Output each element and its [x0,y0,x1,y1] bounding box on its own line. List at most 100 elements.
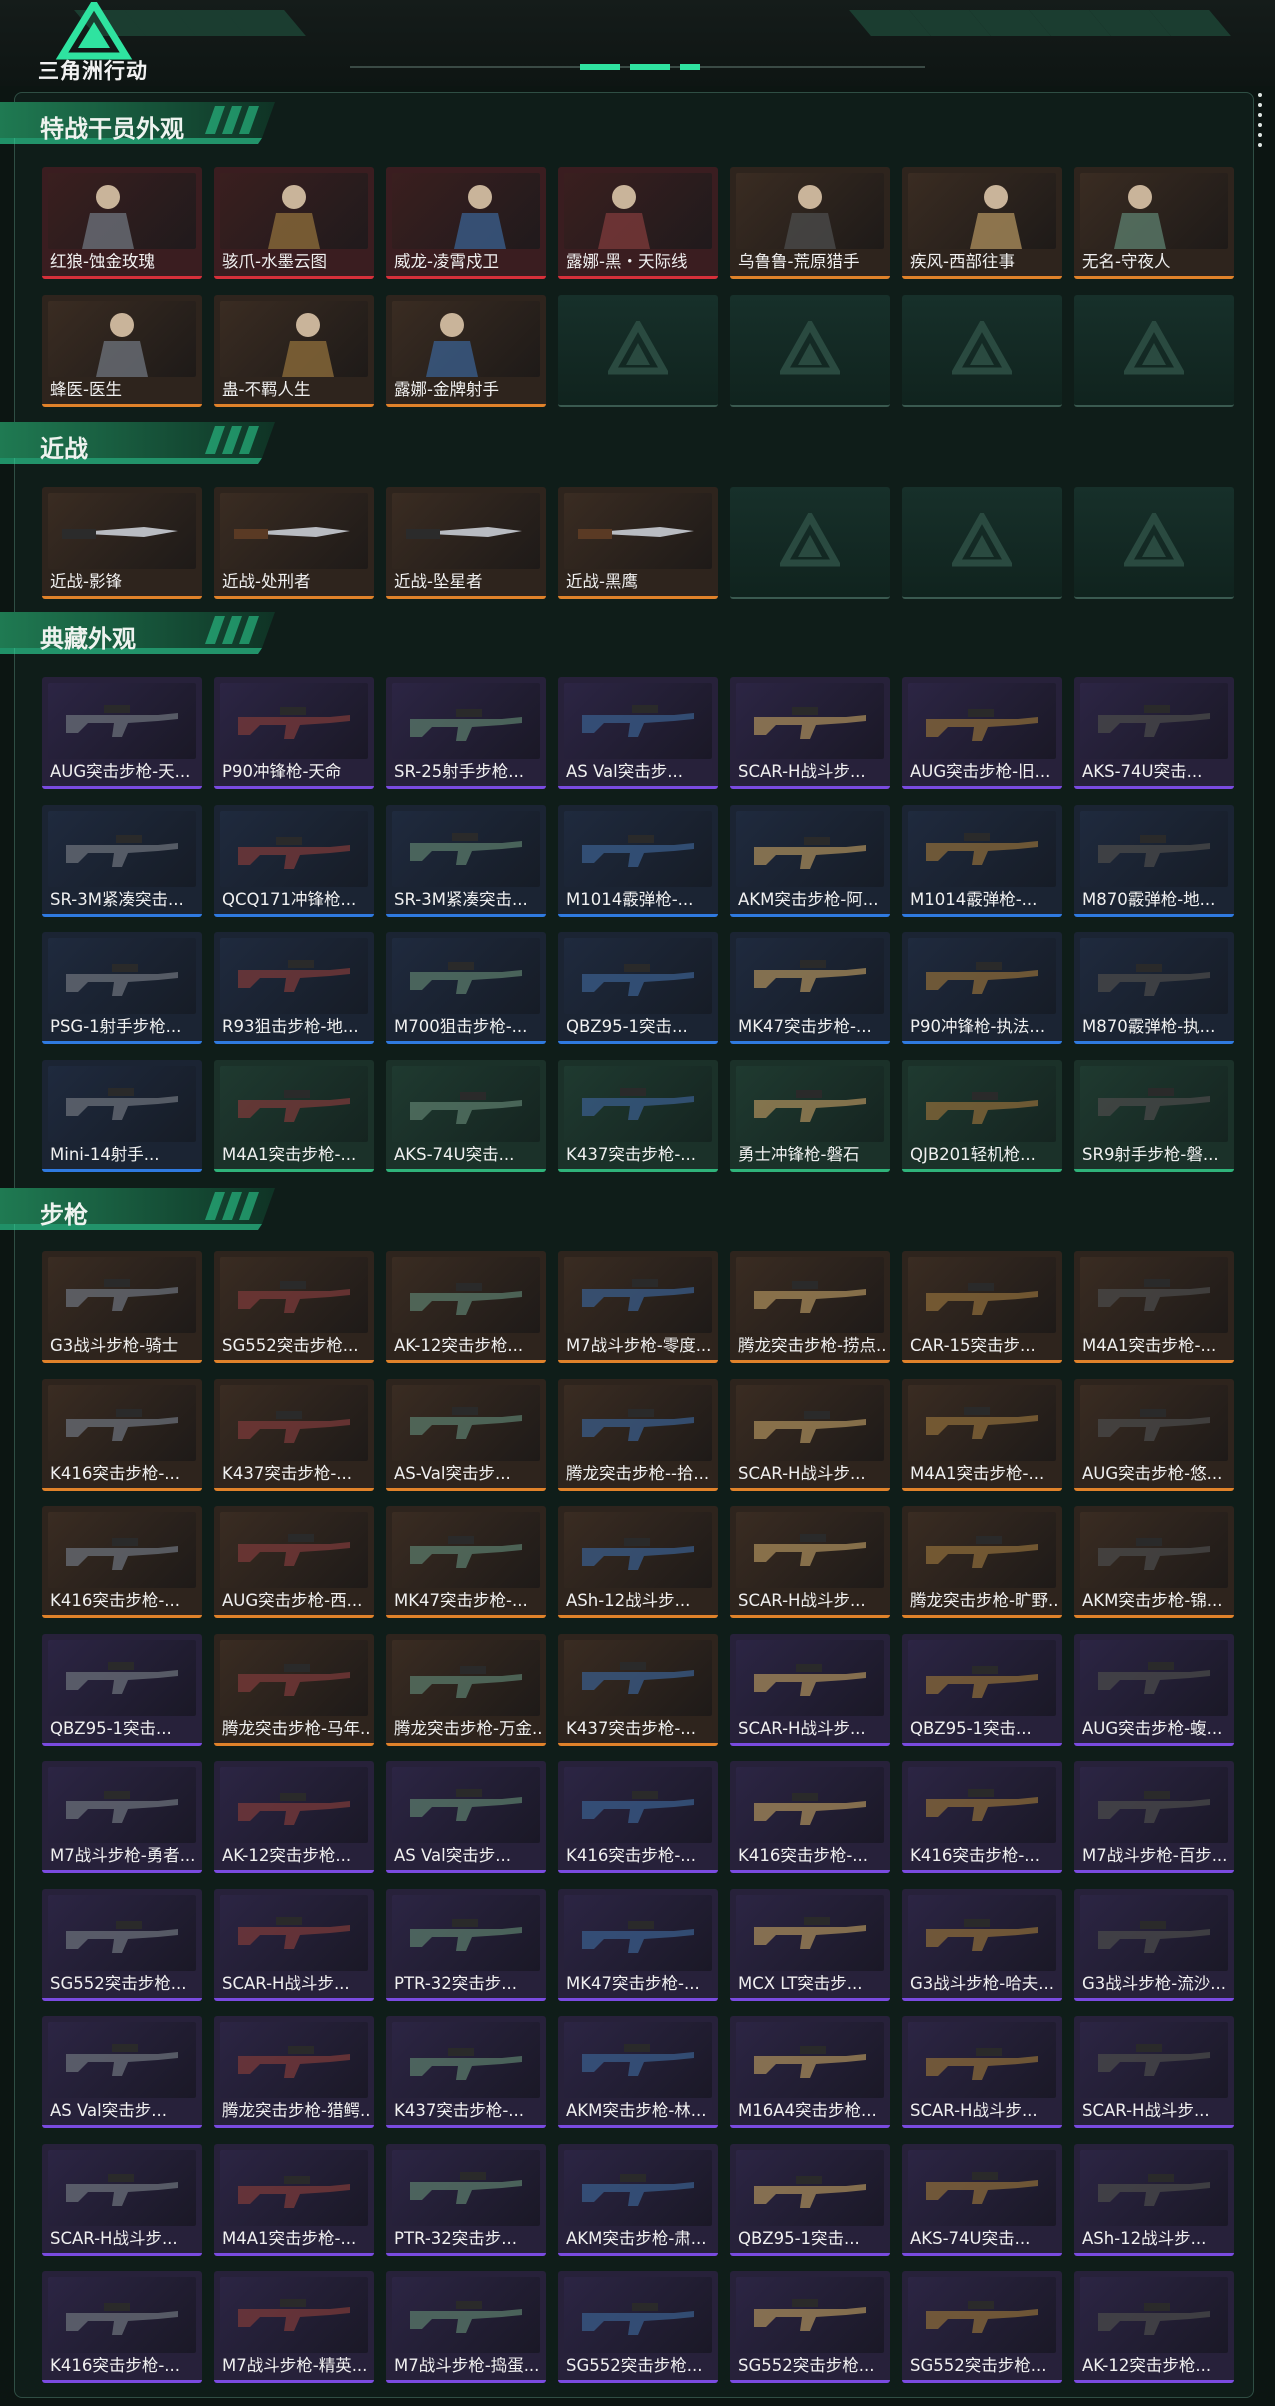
skin-card[interactable]: 红狼-蚀金玫瑰 [42,167,202,279]
skin-card[interactable]: QBZ95-1突击... [902,1633,1062,1746]
skin-card[interactable]: SR-3M紧凑突击... [42,804,202,917]
skin-card[interactable]: M700狙击步枪-... [386,932,546,1044]
skin-card[interactable]: 腾龙突击步枪-捞点... [730,1251,890,1363]
skin-card[interactable]: K437突击步枪-... [214,1378,374,1491]
skin-card[interactable]: M870霰弹枪-执... [1074,932,1234,1044]
skin-card[interactable]: M7战斗步枪-零度... [558,1251,718,1363]
skin-card[interactable]: K416突击步枪-... [42,1506,202,1618]
skin-card[interactable]: 腾龙突击步枪-旷野... [902,1506,1062,1618]
skin-card[interactable]: M7战斗步枪-百步... [1074,1761,1234,1873]
skin-card[interactable]: Mini-14射手... [42,1059,202,1172]
skin-card[interactable]: SCAR-H战斗步... [730,677,890,789]
skin-card[interactable]: PTR-32突击步... [386,2143,546,2256]
skin-card[interactable]: SCAR-H战斗步... [1074,2016,1234,2128]
skin-card[interactable]: SR-3M紧凑突击... [386,804,546,917]
skin-card[interactable]: K416突击步枪-... [730,1761,890,1873]
skin-card[interactable]: MK47突击步枪-... [386,1506,546,1618]
skin-card[interactable]: AUG突击步枪-天... [42,677,202,789]
skin-card[interactable]: AUG突击步枪-旧... [902,677,1062,789]
skin-card[interactable]: P90冲锋枪-天命 [214,677,374,789]
skin-card[interactable]: 骇爪-水墨云图 [214,167,374,279]
skin-card[interactable]: AUG突击步枪-蝮... [1074,1633,1234,1746]
skin-card[interactable]: AS-Val突击步... [386,1378,546,1491]
skin-card[interactable]: AKM突击步枪-锦... [1074,1506,1234,1618]
skin-card[interactable]: 露娜-金牌射手 [386,294,546,407]
skin-card[interactable]: AS Val突击步... [386,1761,546,1873]
skin-card[interactable]: SG552突击步枪... [730,2271,890,2383]
skin-card[interactable]: AKS-74U突击... [1074,677,1234,789]
skin-card[interactable]: G3战斗步枪-骑士 [42,1251,202,1363]
skin-card[interactable]: AK-12突击步枪... [1074,2271,1234,2383]
skin-card[interactable]: 近战-影锋 [42,487,202,599]
skin-card[interactable]: 腾龙突击步枪-万金... [386,1633,546,1746]
scrollbar-indicator[interactable] [1257,90,1263,150]
skin-card[interactable]: 露娜-黑・天际线 [558,167,718,279]
skin-card[interactable]: M4A1突击步枪-... [902,1378,1062,1491]
skin-card[interactable]: 勇士冲锋枪-磐石 [730,1059,890,1172]
skin-card[interactable]: SCAR-H战斗步... [42,2143,202,2256]
skin-card[interactable]: 近战-黑鹰 [558,487,718,599]
skin-card[interactable]: M870霰弹枪-地... [1074,804,1234,917]
skin-card[interactable]: M4A1突击步枪-... [1074,1251,1234,1363]
skin-card[interactable]: PSG-1射手步枪... [42,932,202,1044]
skin-card[interactable]: M7战斗步枪-捣蛋... [386,2271,546,2383]
skin-card[interactable]: QCQ171冲锋枪... [214,804,374,917]
skin-card[interactable]: K437突击步枪-... [386,2016,546,2128]
skin-card[interactable]: MK47突击步枪-... [558,1888,718,2001]
skin-card[interactable]: AUG突击步枪-悠... [1074,1378,1234,1491]
skin-card[interactable]: SCAR-H战斗步... [730,1506,890,1618]
skin-card[interactable]: ASh-12战斗步... [558,1506,718,1618]
skin-card[interactable]: 近战-处刑者 [214,487,374,599]
skin-card[interactable]: AKM突击步枪-肃... [558,2143,718,2256]
skin-card[interactable]: AS Val突击步... [42,2016,202,2128]
skin-card[interactable]: AK-12突击步枪... [214,1761,374,1873]
skin-card[interactable]: SG552突击步枪... [558,2271,718,2383]
skin-card[interactable]: 威龙-凌霄戍卫 [386,167,546,279]
skin-card[interactable]: 乌鲁鲁-荒原猎手 [730,167,890,279]
skin-card[interactable]: M7战斗步枪-精英... [214,2271,374,2383]
skin-card[interactable]: SR-25射手步枪... [386,677,546,789]
skin-card[interactable]: G3战斗步枪-哈夫... [902,1888,1062,2001]
skin-card[interactable]: AKS-74U突击... [902,2143,1062,2256]
skin-card[interactable]: AKM突击步枪-阿... [730,804,890,917]
skin-card[interactable]: 近战-坠星者 [386,487,546,599]
skin-card[interactable]: AUG突击步枪-西... [214,1506,374,1618]
skin-card[interactable]: MCX LT突击步... [730,1888,890,2001]
skin-card[interactable]: 腾龙突击步枪-猎鳄... [214,2016,374,2128]
skin-card[interactable]: K416突击步枪-... [558,1761,718,1873]
skin-card[interactable]: 蜂医-医生 [42,294,202,407]
skin-card[interactable]: SG552突击步枪... [902,2271,1062,2383]
skin-card[interactable]: AK-12突击步枪... [386,1251,546,1363]
skin-card[interactable]: G3战斗步枪-流沙... [1074,1888,1234,2001]
skin-card[interactable]: SR9射手步枪-磐... [1074,1059,1234,1172]
skin-card[interactable]: MK47突击步枪-... [730,932,890,1044]
skin-card[interactable]: ASh-12战斗步... [1074,2143,1234,2256]
skin-card[interactable]: CAR-15突击步... [902,1251,1062,1363]
skin-card[interactable]: K416突击步枪-... [42,1378,202,1491]
skin-card[interactable]: SCAR-H战斗步... [730,1378,890,1491]
skin-card[interactable]: 无名-守夜人 [1074,167,1234,279]
skin-card[interactable]: PTR-32突击步... [386,1888,546,2001]
skin-card[interactable]: QBZ95-1突击... [558,932,718,1044]
skin-card[interactable]: 蛊-不羁人生 [214,294,374,407]
skin-card[interactable]: SCAR-H战斗步... [214,1888,374,2001]
skin-card[interactable]: AKM突击步枪-林... [558,2016,718,2128]
skin-card[interactable]: SG552突击步枪... [214,1251,374,1363]
skin-card[interactable]: K416突击步枪-... [42,2271,202,2383]
skin-card[interactable]: QJB201轻机枪... [902,1059,1062,1172]
skin-card[interactable]: M7战斗步枪-勇者... [42,1761,202,1873]
skin-card[interactable]: K416突击步枪-... [902,1761,1062,1873]
skin-card[interactable]: SG552突击步枪... [42,1888,202,2001]
skin-card[interactable]: K437突击步枪-... [558,1059,718,1172]
skin-card[interactable]: QBZ95-1突击... [730,2143,890,2256]
skin-card[interactable]: M4A1突击步枪-... [214,2143,374,2256]
skin-card[interactable]: R93狙击步枪-地... [214,932,374,1044]
skin-card[interactable]: 疾风-西部往事 [902,167,1062,279]
skin-card[interactable]: 腾龙突击步枪-马年... [214,1633,374,1746]
skin-card[interactable]: SCAR-H战斗步... [730,1633,890,1746]
skin-card[interactable]: K437突击步枪-... [558,1633,718,1746]
skin-card[interactable]: M1014霰弹枪-... [558,804,718,917]
skin-card[interactable]: M1014霰弹枪-... [902,804,1062,917]
skin-card[interactable]: AKS-74U突击... [386,1059,546,1172]
skin-card[interactable]: SCAR-H战斗步... [902,2016,1062,2128]
